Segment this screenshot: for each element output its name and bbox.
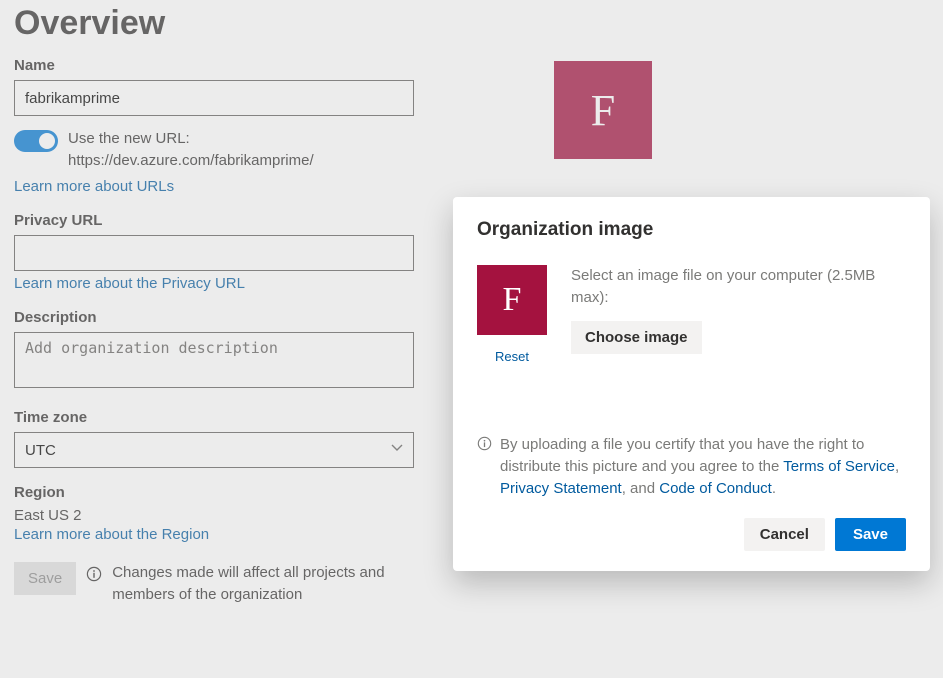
dialog-avatar: F <box>477 265 547 335</box>
terms-of-service-link[interactable]: Terms of Service <box>783 458 895 475</box>
choose-image-button[interactable]: Choose image <box>571 321 702 354</box>
dialog-save-button[interactable]: Save <box>835 518 906 551</box>
timezone-select[interactable] <box>14 432 414 468</box>
code-of-conduct-link[interactable]: Code of Conduct <box>659 480 772 497</box>
privacy-url-input[interactable] <box>14 235 414 271</box>
info-icon <box>477 436 492 500</box>
toggle-knob <box>39 133 55 149</box>
info-icon <box>86 566 102 587</box>
dialog-title: Organization image <box>477 219 906 241</box>
dialog-instruction: Select an image file on your computer (2… <box>571 265 906 309</box>
page-title: Overview <box>14 0 929 43</box>
save-button: Save <box>14 562 76 595</box>
learn-more-privacy-link[interactable]: Learn more about the Privacy URL <box>14 275 245 292</box>
region-value: East US 2 <box>14 507 434 524</box>
privacy-statement-link[interactable]: Privacy Statement <box>500 480 622 497</box>
name-label: Name <box>14 57 434 74</box>
learn-more-urls-link[interactable]: Learn more about URLs <box>14 178 174 195</box>
new-url-toggle[interactable] <box>14 130 58 152</box>
privacy-url-label: Privacy URL <box>14 212 434 229</box>
dialog-avatar-letter: F <box>503 281 522 319</box>
org-avatar[interactable]: F <box>554 61 652 159</box>
cancel-button[interactable]: Cancel <box>744 518 825 551</box>
description-label: Description <box>14 309 434 326</box>
organization-image-dialog: Organization image F Reset Select an ima… <box>453 197 930 571</box>
name-input[interactable] <box>14 80 414 116</box>
new-url-text: Use the new URL: https://dev.azure.com/f… <box>68 128 428 172</box>
region-label: Region <box>14 484 434 501</box>
timezone-label: Time zone <box>14 409 434 426</box>
save-note: Changes made will affect all projects an… <box>112 562 434 606</box>
description-input[interactable] <box>14 332 414 388</box>
legal-text: By uploading a file you certify that you… <box>500 434 906 500</box>
learn-more-region-link[interactable]: Learn more about the Region <box>14 526 209 543</box>
org-avatar-letter: F <box>591 85 615 136</box>
reset-link[interactable]: Reset <box>495 349 529 364</box>
